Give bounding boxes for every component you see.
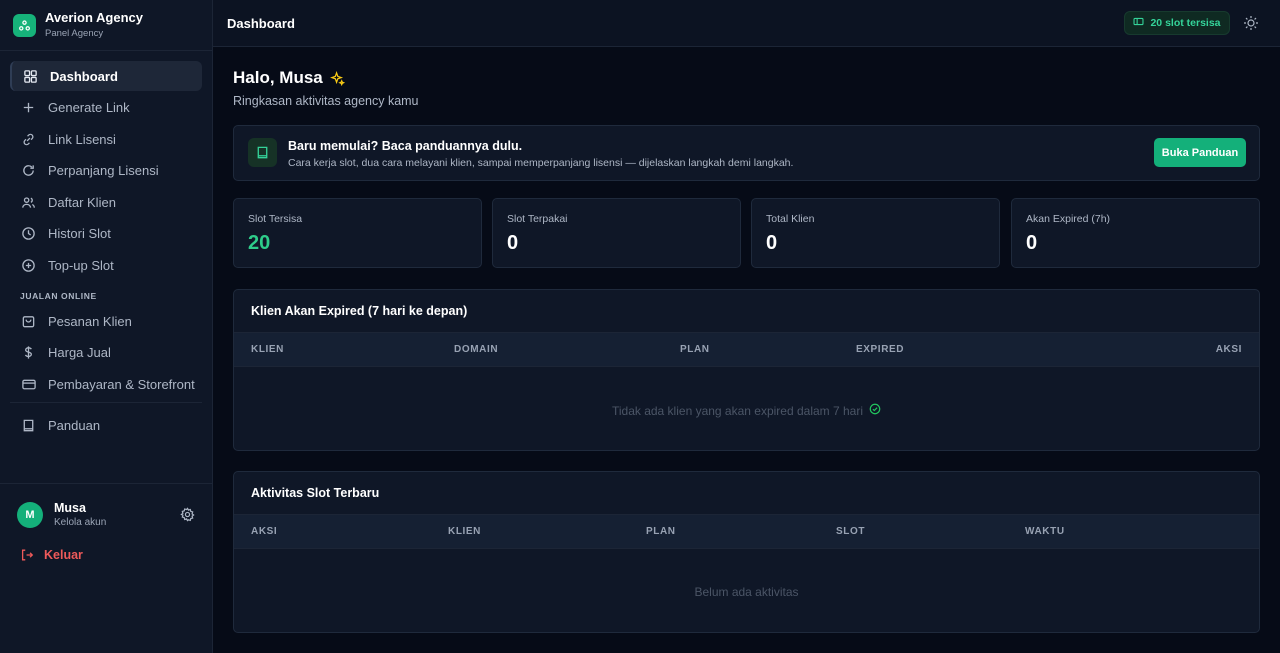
book-icon (20, 417, 37, 434)
sidebar-divider (10, 402, 202, 404)
stat-card-slot-terpakai: Slot Terpakai 0 (492, 198, 741, 268)
brand-subtitle: Panel Agency (45, 28, 104, 39)
sidebar-item-label: Harga Jual (48, 345, 111, 361)
sidebar-item-label: Top-up Slot (48, 258, 114, 274)
avatar: M (17, 502, 43, 528)
table-header: KLIEN DOMAIN PLAN EXPIRED AKSI (234, 333, 1259, 367)
sidebar-item-label: Perpanjang Lisensi (48, 163, 159, 179)
sidebar-item-histori-slot[interactable]: Histori Slot (10, 219, 202, 249)
sidebar-item-label: Link Lisensi (48, 131, 116, 147)
greeting-subtitle: Ringkasan aktivitas agency kamu (233, 94, 419, 108)
empty-state: Belum ada aktivitas (234, 585, 1259, 599)
stat-label: Akan Expired (7h) (1026, 213, 1111, 225)
stat-card-total-klien: Total Klien 0 (751, 198, 1000, 268)
table-header: AKSI KLIEN PLAN SLOT WAKTU (234, 515, 1259, 549)
column-header: AKSI (1215, 344, 1242, 355)
users-icon (20, 194, 37, 211)
sidebar-item-perpanjang-lisensi[interactable]: Perpanjang Lisensi (10, 156, 202, 186)
sidebar-nav: Dashboard Generate Link Link Lisensi Per… (0, 51, 212, 440)
guide-banner: Baru memulai? Baca panduannya dulu. Cara… (233, 125, 1260, 181)
sidebar-item-label: Pesanan Klien (48, 313, 132, 329)
slot-badge-label: 20 slot tersisa (1150, 17, 1221, 29)
sidebar-item-label: Generate Link (48, 100, 130, 116)
panel-title: Klien Akan Expired (7 hari ke depan) (234, 290, 1259, 333)
user-account[interactable]: M Musa Kelola akun (17, 501, 196, 529)
column-header: AKSI (251, 526, 278, 537)
brand[interactable]: Averion Agency Panel Agency (0, 0, 212, 51)
clock-icon (20, 225, 37, 242)
refresh-icon (20, 162, 37, 179)
empty-state-text: Belum ada aktivitas (694, 585, 799, 599)
plus-circle-icon (20, 257, 37, 274)
slot-badge[interactable]: 20 slot tersisa (1124, 11, 1230, 35)
dollar-icon (20, 344, 37, 361)
sidebar-item-dashboard[interactable]: Dashboard (10, 61, 202, 91)
open-guide-button[interactable]: Buka Panduan (1154, 138, 1246, 167)
column-header: WAKTU (1025, 526, 1065, 537)
expiring-clients-panel: Klien Akan Expired (7 hari ke depan) KLI… (233, 289, 1260, 451)
sidebar: Averion Agency Panel Agency Dashboard Ge… (0, 0, 213, 653)
gear-icon[interactable] (180, 507, 196, 523)
greeting-title: Halo, Musa (233, 68, 345, 88)
column-header: PLAN (680, 344, 710, 355)
sidebar-item-generate-link[interactable]: Generate Link (10, 93, 202, 123)
user-area: M Musa Kelola akun Keluar (0, 483, 212, 562)
topbar: Dashboard 20 slot tersisa (213, 0, 1280, 47)
logout-button[interactable]: Keluar (17, 548, 196, 562)
sidebar-item-panduan[interactable]: Panduan (10, 410, 202, 440)
column-header: KLIEN (448, 526, 481, 537)
link-icon (20, 131, 37, 148)
stat-label: Slot Tersisa (248, 213, 303, 225)
sidebar-section-label: JUALAN ONLINE (20, 291, 97, 302)
credit-card-icon (20, 376, 37, 393)
guide-description: Cara kerja slot, dua cara melayani klien… (288, 157, 794, 169)
stat-value: 20 (248, 232, 271, 254)
panel-title: Aktivitas Slot Terbaru (234, 472, 1259, 515)
plus-icon (20, 99, 37, 116)
column-header: PLAN (646, 526, 676, 537)
sidebar-item-label: Pembayaran & Storefront (48, 376, 195, 392)
sidebar-item-link-lisensi[interactable]: Link Lisensi (10, 124, 202, 154)
sidebar-item-daftar-klien[interactable]: Daftar Klien (10, 187, 202, 217)
user-name: Musa (54, 501, 86, 515)
stat-card-slot-tersisa: Slot Tersisa 20 (233, 198, 482, 268)
sun-icon[interactable] (1243, 15, 1259, 31)
sidebar-item-label: Panduan (48, 417, 101, 433)
sidebar-item-top-up-slot[interactable]: Top-up Slot (10, 251, 202, 281)
brand-name: Averion Agency (45, 10, 144, 25)
sidebar-item-label: Daftar Klien (48, 194, 116, 210)
greeting-text: Halo, Musa (233, 68, 323, 87)
sidebar-item-label: Histori Slot (48, 226, 111, 242)
ticket-icon (1133, 16, 1144, 30)
sparkle-icon (329, 70, 345, 86)
stat-value: 0 (507, 232, 519, 254)
guide-title: Baru memulai? Baca panduannya dulu. (288, 139, 523, 153)
logout-icon (20, 548, 34, 562)
column-header: EXPIRED (856, 344, 905, 355)
stat-label: Slot Terpakai (507, 213, 568, 225)
book-icon (248, 138, 277, 167)
brand-logo-icon (13, 13, 36, 37)
shopping-bag-icon (20, 313, 37, 330)
sidebar-item-pembayaran-storefront[interactable]: Pembayaran & Storefront (10, 369, 202, 399)
stats-row: Slot Tersisa 20 Slot Terpakai 0 Total Kl… (233, 198, 1260, 268)
sidebar-item-harga-jual[interactable]: Harga Jual (10, 338, 202, 368)
stat-value: 0 (766, 232, 778, 254)
check-circle-icon (869, 403, 881, 418)
stat-card-akan-expired: Akan Expired (7h) 0 (1011, 198, 1260, 268)
column-header: KLIEN (251, 344, 284, 355)
empty-state-text: Tidak ada klien yang akan expired dalam … (611, 403, 864, 418)
logout-label: Keluar (44, 548, 83, 562)
page-title: Dashboard (227, 15, 295, 31)
sidebar-item-label: Dashboard (50, 68, 118, 84)
column-header: SLOT (836, 526, 866, 537)
empty-state: Tidak ada klien yang akan expired dalam … (234, 403, 1259, 418)
user-subtitle: Kelola akun (54, 517, 107, 528)
sidebar-item-pesanan-klien[interactable]: Pesanan Klien (10, 306, 202, 336)
stat-label: Total Klien (766, 213, 815, 225)
column-header: DOMAIN (454, 344, 499, 355)
slot-activity-panel: Aktivitas Slot Terbaru AKSI KLIEN PLAN S… (233, 471, 1260, 633)
grid-icon (22, 68, 39, 85)
stat-value: 0 (1026, 232, 1038, 254)
